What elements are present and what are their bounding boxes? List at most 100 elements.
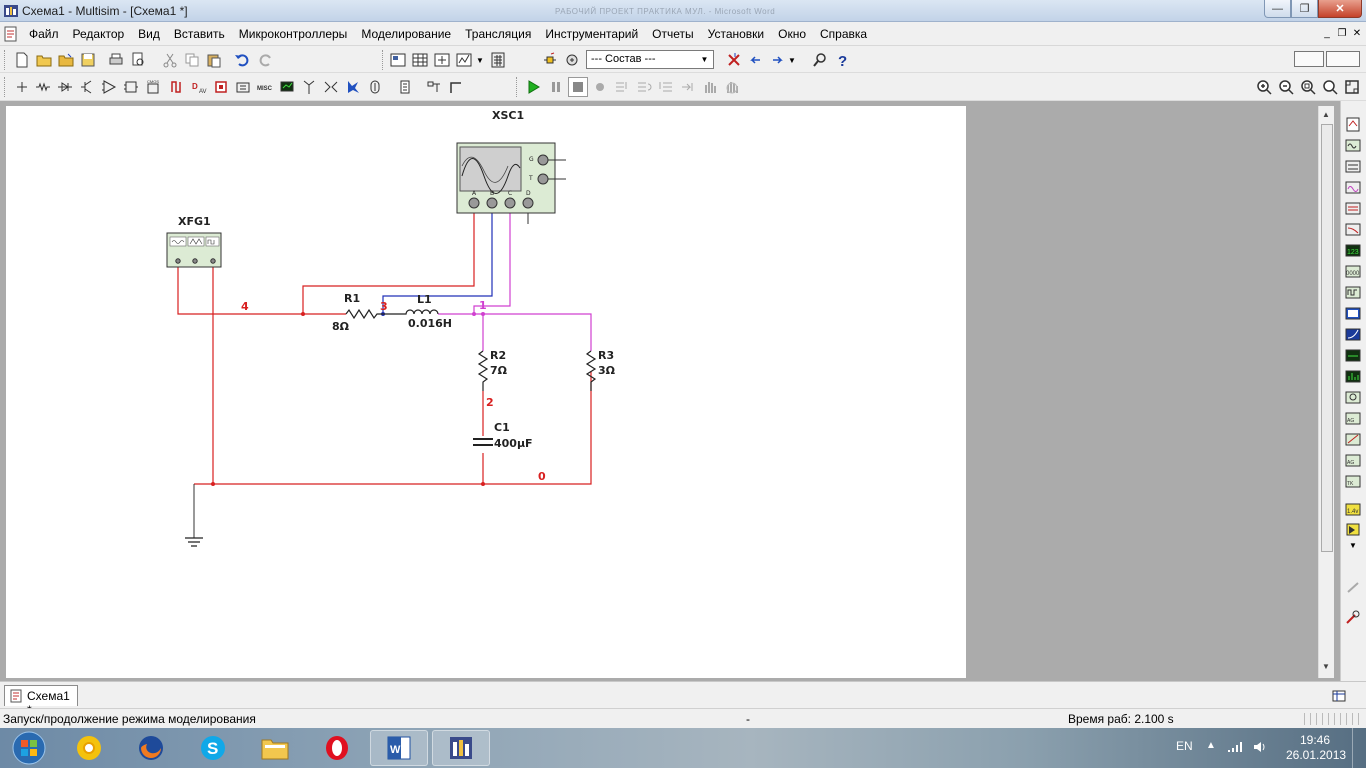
menu-view[interactable]: Вид	[131, 27, 167, 41]
menu-edit[interactable]: Редактор	[66, 27, 132, 41]
place-ladder-button[interactable]	[365, 77, 385, 97]
cut-button[interactable]	[160, 50, 180, 70]
undo-button[interactable]	[232, 50, 252, 70]
taskbar-firefox[interactable]	[122, 730, 180, 766]
schematic-canvas[interactable]: XSC1 XFG1 A B C D G T R1 8Ω L1 0.016H R2…	[6, 106, 966, 678]
full-screen-button[interactable]	[1342, 77, 1362, 97]
new-button[interactable]	[12, 50, 32, 70]
multisim-app-icon[interactable]	[3, 3, 19, 19]
design-toolbox-toggle[interactable]	[1294, 51, 1324, 67]
place-power-button[interactable]	[211, 77, 231, 97]
bode-plotter-button[interactable]	[1345, 222, 1361, 237]
menu-help[interactable]: Справка	[813, 27, 874, 41]
ground-symbol[interactable]	[185, 537, 203, 547]
database-button[interactable]	[432, 50, 452, 70]
function-generator-button[interactable]	[1345, 138, 1361, 153]
place-diode-button[interactable]	[55, 77, 75, 97]
toolbar-grip[interactable]	[382, 50, 385, 70]
labview-dropdown[interactable]: ▼	[1345, 541, 1361, 556]
place-mcu-button[interactable]	[343, 77, 363, 97]
stop-simulation-button[interactable]	[568, 77, 588, 97]
menu-file[interactable]: Файл	[22, 27, 66, 41]
menu-tools[interactable]: Инструментарий	[538, 27, 645, 41]
keyboard-language[interactable]: EN	[1176, 739, 1193, 753]
place-rf-button[interactable]	[299, 77, 319, 97]
paste-button[interactable]	[204, 50, 224, 70]
menu-simulate[interactable]: Моделирование	[354, 27, 458, 41]
in-use-list-combo[interactable]: --- Состав --- ▼	[586, 50, 714, 69]
place-hierarchical-button[interactable]	[395, 77, 415, 97]
wattmeter-button[interactable]	[1345, 159, 1361, 174]
network-icon[interactable]	[1226, 740, 1242, 754]
step-over-button[interactable]	[634, 77, 654, 97]
redo-button[interactable]	[256, 50, 276, 70]
spreadsheet-toggle[interactable]	[1326, 51, 1360, 67]
start-button[interactable]	[2, 729, 56, 767]
database-manager-button[interactable]	[562, 50, 582, 70]
remove-breakpoints-button[interactable]	[722, 77, 742, 97]
place-advanced-peripherals-button[interactable]	[277, 77, 297, 97]
menu-insert[interactable]: Вставить	[167, 27, 232, 41]
resistor-r2[interactable]	[477, 350, 489, 391]
place-misc-digital-button[interactable]	[233, 77, 253, 97]
menu-window[interactable]: Окно	[771, 27, 813, 41]
mdi-minimize-button[interactable]: _	[1320, 26, 1334, 40]
word-generator-button[interactable]: 0000	[1345, 264, 1361, 279]
chevron-down-icon[interactable]: ▼	[698, 53, 711, 66]
iv-analyzer-button[interactable]	[1345, 327, 1361, 342]
tab-schema1[interactable]: Схема1 *	[4, 685, 78, 717]
spreadsheet-view-icon[interactable]	[1332, 689, 1346, 703]
pause-simulation-button[interactable]	[546, 77, 566, 97]
place-indicator-button[interactable]: D AV	[189, 77, 209, 97]
current-probe-button[interactable]	[1345, 580, 1361, 595]
multimeter-button[interactable]	[1345, 117, 1361, 132]
run-simulation-button[interactable]	[523, 77, 543, 97]
minimize-button[interactable]: —	[1264, 0, 1291, 18]
scroll-up-icon[interactable]: ▲	[1322, 110, 1330, 119]
taskbar-skype[interactable]: S	[184, 730, 242, 766]
record-button[interactable]	[590, 77, 610, 97]
close-button[interactable]: ✕	[1318, 0, 1362, 18]
taskbar-word[interactable]: W	[370, 730, 428, 766]
taskbar-opera[interactable]	[308, 730, 366, 766]
place-source-button[interactable]	[12, 77, 32, 97]
wire-generator-plus[interactable]	[177, 266, 346, 315]
agilent-oscilloscope-button[interactable]: AG	[1345, 453, 1361, 468]
grapher-button[interactable]	[454, 50, 474, 70]
taskbar-chrome[interactable]	[60, 730, 118, 766]
run-to-cursor-button[interactable]	[678, 77, 698, 97]
resistor-r1[interactable]	[345, 308, 383, 320]
help-button[interactable]: ?	[832, 50, 852, 70]
tektronix-oscilloscope-button[interactable]: TK	[1345, 474, 1361, 489]
spreadsheet-button[interactable]	[410, 50, 430, 70]
taskbar-multisim[interactable]	[432, 730, 490, 766]
annotate-dropdown[interactable]: ▼	[786, 50, 798, 70]
measurement-probe-button[interactable]: 1.4v	[1345, 502, 1361, 517]
toolbar-grip[interactable]	[4, 50, 7, 70]
place-misc-button[interactable]: MISC	[255, 77, 275, 97]
place-wire-button[interactable]	[446, 77, 466, 97]
copy-button[interactable]	[182, 50, 202, 70]
capacitor-c1[interactable]	[473, 438, 493, 446]
step-out-button[interactable]	[656, 77, 676, 97]
print-preview-button[interactable]	[128, 50, 148, 70]
logic-converter-button[interactable]	[1345, 306, 1361, 321]
place-analog-button[interactable]	[99, 77, 119, 97]
agilent-multimeter-button[interactable]	[1345, 432, 1361, 447]
step-into-button[interactable]	[612, 77, 632, 97]
save-button[interactable]	[78, 50, 98, 70]
toolbar-grip[interactable]	[516, 77, 519, 97]
wire-node4-to-osc-a[interactable]	[302, 213, 475, 314]
open-button[interactable]	[34, 50, 54, 70]
place-mixed-button[interactable]	[167, 77, 187, 97]
toolbar-grip[interactable]	[4, 77, 7, 97]
place-basic-button[interactable]	[33, 77, 53, 97]
oscilloscope-xsc1[interactable]	[456, 142, 566, 214]
toggle-design-toolbox-button[interactable]	[388, 50, 408, 70]
restore-button[interactable]: ❐	[1291, 0, 1318, 18]
find-button[interactable]	[810, 50, 830, 70]
wire-l1-to-node1[interactable]	[438, 313, 592, 351]
oscilloscope-button[interactable]	[1345, 180, 1361, 195]
scroll-down-icon[interactable]: ▼	[1322, 662, 1330, 671]
place-electromechanical-button[interactable]	[321, 77, 341, 97]
